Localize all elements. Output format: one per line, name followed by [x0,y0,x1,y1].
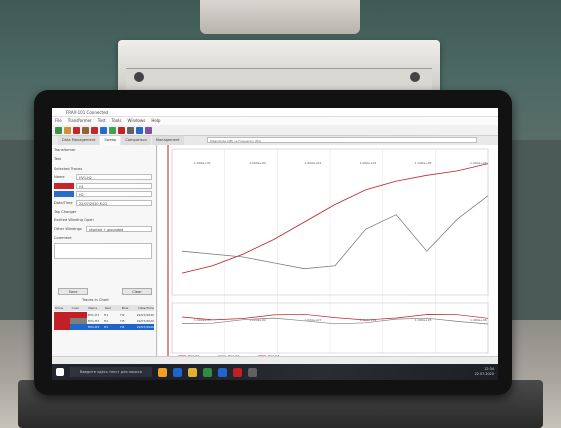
windows-start-icon[interactable] [56,368,64,376]
open-icon[interactable] [64,126,71,134]
col-date: Date/Time [138,306,154,310]
x-tick-label: 1.000e+05 [415,161,432,165]
col-show: Show [55,306,64,310]
zoom-icon[interactable] [136,126,143,134]
delete-icon[interactable] [118,126,125,134]
date-time-label: Date/Time [54,201,73,205]
menu-windows[interactable]: Windows [127,117,145,125]
row-name: HV1-H3 [87,325,100,329]
date-time-field[interactable]: 22/07/2020 8:22 [76,200,152,206]
col-blue: Blue [121,306,129,310]
trace-b-field[interactable]: H2 [76,191,152,197]
windows-taskbar: Введите здесь текст для поиска 12:34 22.… [52,364,498,380]
equipment-top [200,0,360,34]
clear-button[interactable]: Clear [122,288,152,295]
chart-status-field[interactable]: Magnitude (dB) vs Frequency (Hz) [207,137,477,143]
taskbar-clock[interactable]: 12:34 22.07.2020 [475,367,494,377]
menu-test[interactable]: Test [98,117,106,125]
comment-label: Comment [54,236,72,240]
stop-icon[interactable] [91,126,98,134]
explorer-icon[interactable] [188,367,197,377]
tap-changer-label: Tap Changer [54,210,77,214]
x-tick-label: 1.000e+06 [470,318,487,322]
clock-date: 22.07.2020 [474,372,494,376]
test-label: Test [54,157,62,161]
transformer-label: Transformer [54,148,76,152]
x-tick-label: 1.000e+01 [194,161,211,165]
folder-icon[interactable] [82,126,89,134]
window-title: FRAX-101 Connected [66,110,109,115]
excel-icon[interactable] [203,367,212,377]
other-windings-label: Other Windings [54,227,82,231]
name-field[interactable]: HV1-H2 [76,174,152,180]
app-icon[interactable] [158,367,167,377]
excitation-checkbox[interactable]: Excited Winding Open [54,218,94,222]
powerpoint-icon[interactable] [233,367,242,377]
chart-background [158,145,498,358]
edge-icon[interactable] [173,367,182,377]
red-trace-swatch[interactable] [54,183,74,189]
left-panel: Transformer Test Selected Traces Name HV… [52,145,157,356]
x-tick-label: 1.000e+02 [249,161,266,165]
window-titlebar: FRAX-101 Connected [52,108,498,117]
traces-table-title: Traces in Chart [82,298,109,302]
menubar: File Transformer Test Tools Windows Help [52,117,498,125]
traces-table-header: Show Color Name Red Blue Date/Time [54,305,154,311]
laptop-screen: FRAX-101 Connected File Transformer Test… [52,108,498,380]
tab-sweep[interactable]: Sweep [100,136,121,145]
taskbar-search-input[interactable]: Введите здесь текст для поиска [70,367,152,377]
row-date: 22/07/2020 [136,325,155,329]
row-color-cell [70,324,87,330]
settings-icon[interactable] [145,126,152,134]
knob-icon [410,72,420,82]
chart-icon[interactable] [100,126,107,134]
word-icon[interactable] [218,367,227,377]
instrument-front-panel [126,68,432,89]
toolbar [52,125,498,136]
row-blue: H1 [120,325,125,329]
name-label: Name [54,175,65,179]
power-button-icon [134,72,144,82]
back-icon[interactable] [55,126,62,134]
tab-comparison[interactable]: Comparison [121,136,151,145]
frequency-response-chart[interactable]: 1.000e+01 1.000e+02 1.000e+03 1.000e+04 1.00… [158,145,498,358]
row-show-cell[interactable] [54,324,71,330]
trace-a-field[interactable]: H1 [76,183,152,189]
col-name: Name [88,306,98,310]
selected-traces-label: Selected Traces [54,167,83,171]
save-button[interactable]: Save [58,288,88,295]
record-icon[interactable] [73,126,80,134]
menu-file[interactable]: File [55,117,62,125]
blue-trace-swatch[interactable] [54,191,74,197]
table-row-selected[interactable]: HV1-H3 H1 H1 22/07/2020 [54,324,154,330]
comment-textarea[interactable] [54,243,152,259]
menu-transformer[interactable]: Transformer [68,117,92,125]
export-icon[interactable] [109,126,116,134]
tab-management[interactable]: Management [151,136,184,145]
x-tick-label: 1.000e+03 [304,161,321,165]
col-color: Color [71,306,80,310]
col-red: Red [105,306,111,310]
other-windings-select[interactable]: shorted + grounded [86,226,152,232]
tab-data-management[interactable]: Data Management [58,136,100,145]
x-tick-label: 1.000e+04 [360,161,377,165]
menu-tools[interactable]: Tools [112,117,122,125]
print-icon[interactable] [127,126,134,134]
frax-app-icon[interactable] [248,367,257,377]
row-red: H1 [104,325,109,329]
menu-help[interactable]: Help [151,117,160,125]
